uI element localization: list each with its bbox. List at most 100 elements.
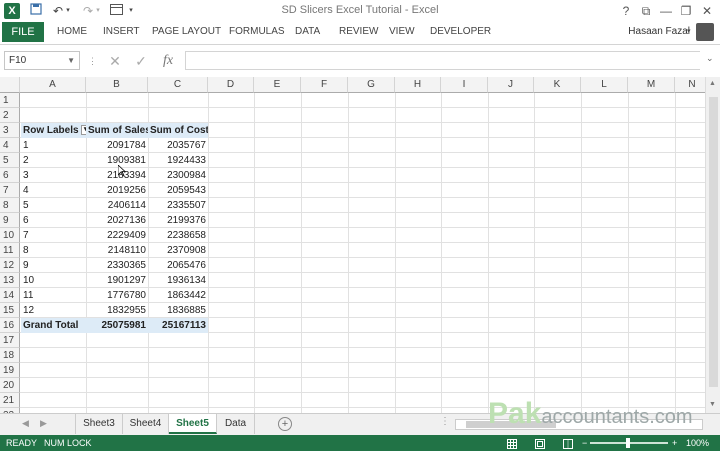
scroll-down-icon[interactable]: ▼ xyxy=(709,401,716,408)
pivot-cost-value[interactable]: 1924433 xyxy=(148,153,208,168)
row-header[interactable]: 9 xyxy=(0,213,20,228)
column-header-c[interactable]: C xyxy=(148,77,208,93)
select-all-corner[interactable] xyxy=(0,77,20,93)
pivot-sales-value[interactable]: 1901297 xyxy=(86,273,148,288)
zoom-slider-thumb[interactable] xyxy=(626,438,630,448)
pivot-grand-total-sales[interactable]: 25075981 xyxy=(86,318,148,333)
row-header[interactable]: 11 xyxy=(0,243,20,258)
row-header[interactable]: 6 xyxy=(0,168,20,183)
row-header[interactable]: 3 xyxy=(0,123,20,138)
pivot-sales-value[interactable]: 2019256 xyxy=(86,183,148,198)
add-sheet-icon[interactable]: + xyxy=(278,417,292,431)
row-header[interactable]: 8 xyxy=(0,198,20,213)
sheet-nav-prev-icon[interactable]: ◀ xyxy=(22,418,29,429)
row-header[interactable]: 12 xyxy=(0,258,20,273)
sheet-tab-sheet3[interactable]: Sheet3 xyxy=(75,414,123,434)
pivot-row-label[interactable]: 3 xyxy=(21,168,86,183)
row-header[interactable]: 19 xyxy=(0,363,20,378)
restore-icon[interactable]: ❐ xyxy=(676,2,696,20)
pivot-sales-value[interactable]: 2183394 xyxy=(86,168,148,183)
column-header-e[interactable]: E xyxy=(254,77,301,93)
tab-view[interactable]: VIEW xyxy=(389,22,415,42)
tab-file[interactable]: FILE xyxy=(2,22,44,42)
insert-function-icon[interactable]: fx xyxy=(158,52,178,70)
pivot-row-label[interactable]: 2 xyxy=(21,153,86,168)
user-name[interactable]: Hasaan Fazal xyxy=(628,22,690,42)
pivot-header-row-labels[interactable]: Row Labels ▾ xyxy=(21,123,86,138)
pivot-header-sum-cost[interactable]: Sum of Cost xyxy=(148,123,208,138)
page-break-view-icon[interactable] xyxy=(563,435,573,451)
tab-developer[interactable]: DEVELOPER xyxy=(430,22,491,42)
pivot-row-label[interactable]: 12 xyxy=(21,303,86,318)
help-icon[interactable]: ? xyxy=(616,2,636,20)
column-header-b[interactable]: B xyxy=(86,77,148,93)
sheet-tab-data[interactable]: Data xyxy=(217,414,255,434)
row-header[interactable]: 7 xyxy=(0,183,20,198)
pivot-cost-value[interactable]: 2335507 xyxy=(148,198,208,213)
normal-view-icon[interactable] xyxy=(507,435,517,451)
splitter-handle-icon[interactable]: ⋮ xyxy=(440,416,450,427)
pivot-grand-total-cost[interactable]: 25167113 xyxy=(148,318,208,333)
pivot-cost-value[interactable]: 2300984 xyxy=(148,168,208,183)
enter-icon[interactable]: ✓ xyxy=(132,52,150,70)
pivot-cost-value[interactable]: 2238658 xyxy=(148,228,208,243)
row-header[interactable]: 20 xyxy=(0,378,20,393)
minimize-icon[interactable]: — xyxy=(656,2,676,20)
user-dropdown-icon[interactable]: ▾ xyxy=(687,22,691,42)
vertical-scrollbar[interactable]: ▲ ▼ xyxy=(705,77,720,413)
sheet-tab-sheet5[interactable]: Sheet5 xyxy=(169,414,217,434)
zoom-level[interactable]: 100% xyxy=(686,435,709,451)
column-header-f[interactable]: F xyxy=(301,77,348,93)
row-header[interactable]: 4 xyxy=(0,138,20,153)
pivot-cost-value[interactable]: 1863442 xyxy=(148,288,208,303)
column-header-a[interactable]: A xyxy=(20,77,86,93)
vertical-scroll-thumb[interactable] xyxy=(709,97,718,387)
column-header-m[interactable]: M xyxy=(628,77,675,93)
zoom-out-icon[interactable]: − xyxy=(582,435,587,451)
pivot-sales-value[interactable]: 1909381 xyxy=(86,153,148,168)
column-header-l[interactable]: L xyxy=(581,77,628,93)
zoom-in-icon[interactable]: + xyxy=(672,435,677,451)
pivot-grand-total-label[interactable]: Grand Total xyxy=(21,318,86,333)
pivot-sales-value[interactable]: 2148110 xyxy=(86,243,148,258)
pivot-row-label[interactable]: 5 xyxy=(21,198,86,213)
column-header-h[interactable]: H xyxy=(395,77,441,93)
row-header[interactable]: 14 xyxy=(0,288,20,303)
page-layout-view-icon[interactable] xyxy=(535,435,545,451)
ribbon-display-icon[interactable]: ⧉ xyxy=(636,2,656,20)
chevron-down-icon[interactable]: ▼ xyxy=(67,52,75,69)
pivot-cost-value[interactable]: 2035767 xyxy=(148,138,208,153)
sheet-nav-next-icon[interactable]: ▶ xyxy=(40,418,47,429)
pivot-sales-value[interactable]: 1832955 xyxy=(86,303,148,318)
pivot-row-label[interactable]: 6 xyxy=(21,213,86,228)
pivot-header-sum-sales[interactable]: Sum of Sales xyxy=(86,123,148,138)
tab-formulas[interactable]: FORMULAS xyxy=(229,22,285,42)
pivot-row-label[interactable]: 4 xyxy=(21,183,86,198)
row-header[interactable]: 17 xyxy=(0,333,20,348)
pivot-row-label[interactable]: 1 xyxy=(21,138,86,153)
row-header[interactable]: 16 xyxy=(0,318,20,333)
close-icon[interactable]: ✕ xyxy=(697,2,717,20)
scroll-up-icon[interactable]: ▲ xyxy=(709,80,716,87)
pivot-row-label[interactable]: 7 xyxy=(21,228,86,243)
worksheet-grid[interactable]: A B C D E F G H I J K L M N 1 2 3 4 5 6 … xyxy=(0,77,720,413)
pivot-cost-value[interactable]: 1936134 xyxy=(148,273,208,288)
pivot-sales-value[interactable]: 2406114 xyxy=(86,198,148,213)
row-header[interactable]: 1 xyxy=(0,93,20,108)
formula-input[interactable] xyxy=(185,51,700,70)
tab-home[interactable]: HOME xyxy=(57,22,87,42)
pivot-sales-value[interactable]: 2229409 xyxy=(86,228,148,243)
tab-insert[interactable]: INSERT xyxy=(103,22,140,42)
tab-data[interactable]: DATA xyxy=(295,22,320,42)
pivot-cost-value[interactable]: 2370908 xyxy=(148,243,208,258)
expand-formula-bar-icon[interactable]: ⌄ xyxy=(706,53,716,64)
column-header-j[interactable]: J xyxy=(488,77,534,93)
pivot-row-label[interactable]: 10 xyxy=(21,273,86,288)
row-header[interactable]: 10 xyxy=(0,228,20,243)
pivot-row-label[interactable]: 8 xyxy=(21,243,86,258)
pivot-sales-value[interactable]: 2330365 xyxy=(86,258,148,273)
pivot-cost-value[interactable]: 2199376 xyxy=(148,213,208,228)
row-header[interactable]: 13 xyxy=(0,273,20,288)
row-header[interactable]: 2 xyxy=(0,108,20,123)
name-box[interactable]: F10 ▼ xyxy=(4,51,80,70)
